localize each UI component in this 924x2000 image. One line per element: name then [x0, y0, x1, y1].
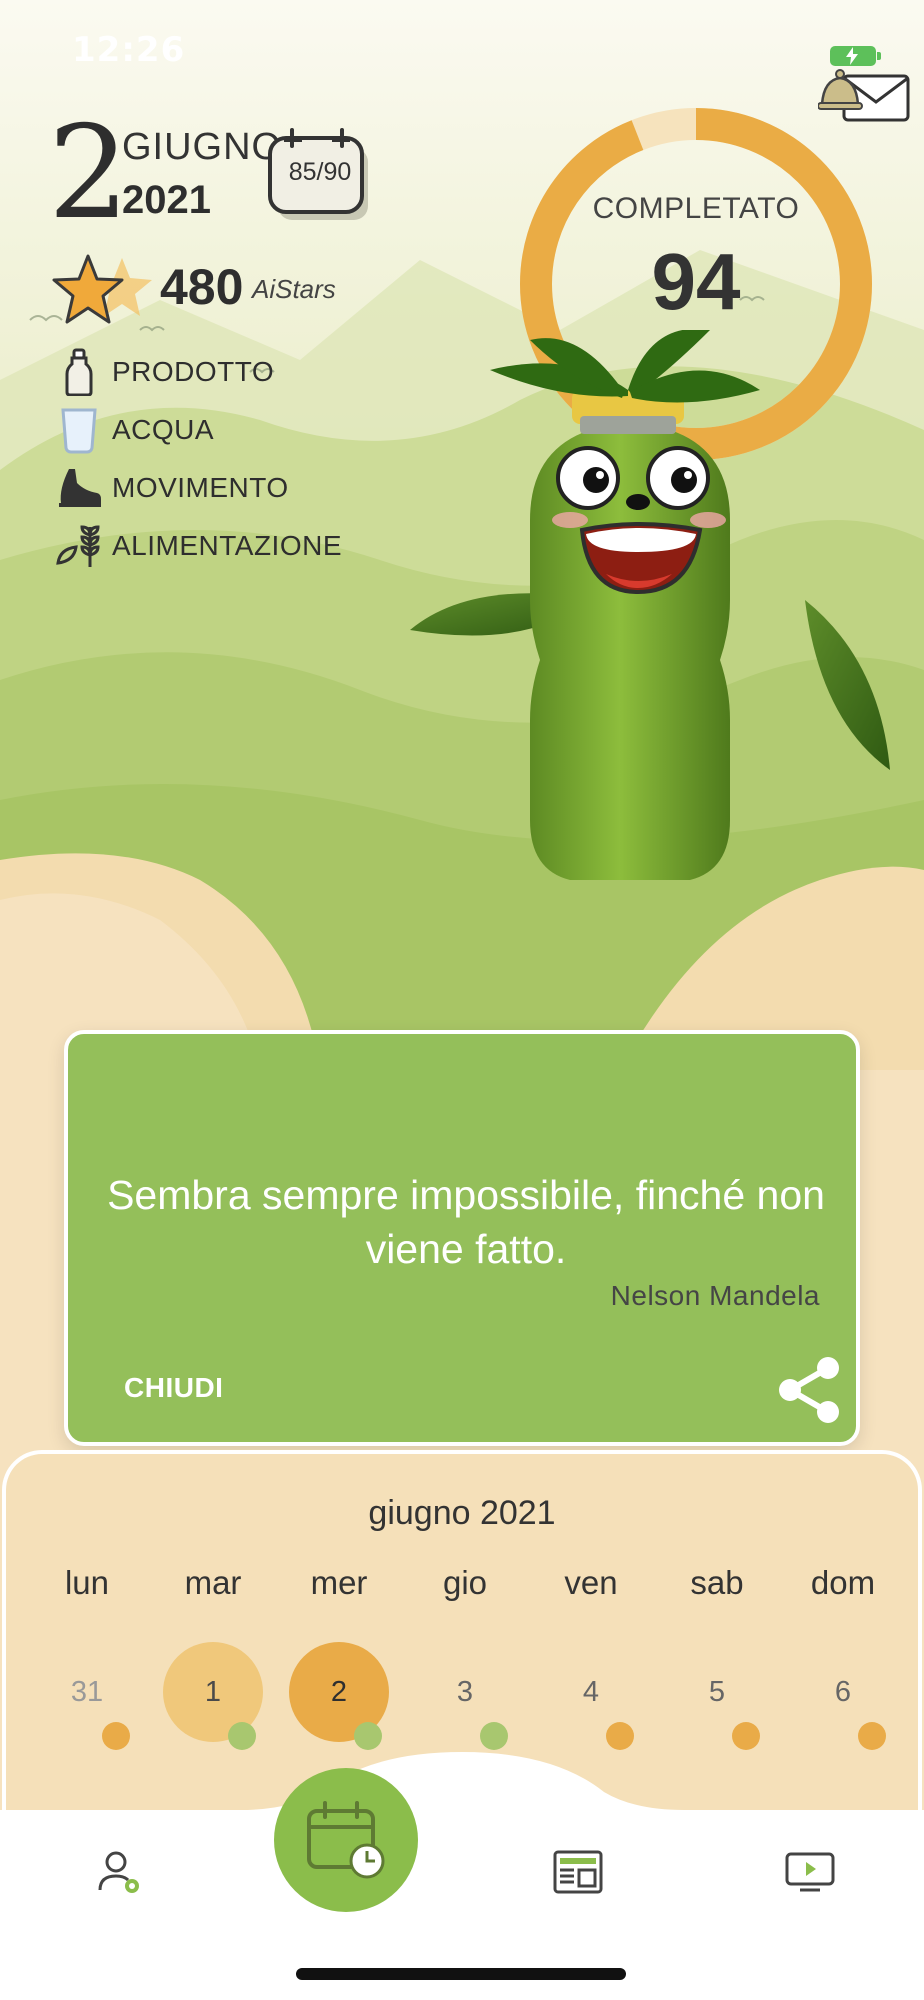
close-button[interactable]: CHIUDI	[124, 1372, 223, 1404]
progress-label: COMPLETATO	[592, 192, 800, 225]
day-status-dot	[480, 1722, 508, 1750]
calendar-day-column: mer 2	[284, 1564, 394, 1750]
category-alimentazione[interactable]: ALIMENTAZIONE	[52, 520, 342, 572]
profile-tab[interactable]	[90, 1842, 150, 1902]
day-status-dot	[858, 1722, 886, 1750]
video-play-icon	[785, 1852, 835, 1892]
category-movimento[interactable]: MOVIMENTO	[52, 462, 289, 514]
news-tab[interactable]	[548, 1842, 608, 1902]
day-status-dot	[732, 1722, 760, 1750]
progress-value: 94	[651, 237, 741, 326]
category-label: PRODOTTO	[112, 356, 275, 387]
stars-count: 480	[160, 259, 244, 315]
calendar-month-title: giugno 2021	[368, 1494, 556, 1532]
weekday-label: dom	[810, 1564, 876, 1601]
video-tab[interactable]	[780, 1842, 840, 1902]
calendar-day-column: mar 1	[158, 1564, 268, 1750]
glass-icon	[52, 404, 106, 456]
weekday-label: sab	[690, 1564, 744, 1601]
wheat-icon	[52, 520, 106, 572]
shoe-icon	[52, 462, 106, 514]
quote-text: Sembra sempre impossibile, finché non vi…	[107, 1172, 825, 1272]
category-acqua[interactable]: ACQUA	[52, 404, 214, 456]
calendar-day-column: sab 5	[662, 1564, 772, 1750]
calendar-day-column: ven 4	[536, 1564, 646, 1750]
calendar-tab[interactable]	[274, 1768, 418, 1912]
category-prodotto[interactable]: PRODOTTO	[52, 346, 274, 398]
calendar-clock-icon	[307, 1801, 385, 1879]
date-day: 2	[48, 99, 129, 248]
day-status-dot	[228, 1722, 256, 1750]
newspaper-icon	[553, 1850, 603, 1894]
day-counter: 85/90	[288, 158, 352, 186]
weekday-label: lun	[64, 1564, 110, 1601]
home-indicator	[296, 1968, 626, 1980]
weekday-label: mar	[184, 1564, 242, 1601]
share-icon[interactable]	[778, 1356, 842, 1424]
quote-author: Nelson Mandela	[610, 1280, 820, 1311]
user-settings-icon	[98, 1851, 139, 1893]
date-year: 2021	[122, 178, 211, 222]
calendar-day-column: gio 3	[410, 1564, 520, 1750]
day-status-dot	[606, 1722, 634, 1750]
stars-unit: AiStars	[252, 274, 336, 304]
battery-icon	[830, 46, 881, 66]
date-month: GIUGNO	[122, 126, 283, 168]
calendar-day-column: dom 6	[788, 1564, 898, 1750]
status-time: 12:26	[72, 30, 186, 70]
bottle-icon	[52, 346, 106, 398]
quote-card: Sembra sempre impossibile, finché non vi…	[64, 1030, 860, 1446]
star-icon	[52, 254, 152, 324]
weekday-label: gio	[442, 1564, 488, 1601]
mascot-bottle	[410, 330, 890, 880]
day-status-dot	[102, 1722, 130, 1750]
day-status-dot	[354, 1722, 382, 1750]
weekday-label: ven	[564, 1564, 618, 1601]
category-label: ALIMENTAZIONE	[112, 530, 343, 561]
weekday-label: mer	[310, 1564, 368, 1601]
category-label: ACQUA	[112, 414, 215, 445]
category-label: MOVIMENTO	[112, 472, 289, 503]
calendar-day-column: lun 31	[32, 1564, 142, 1750]
